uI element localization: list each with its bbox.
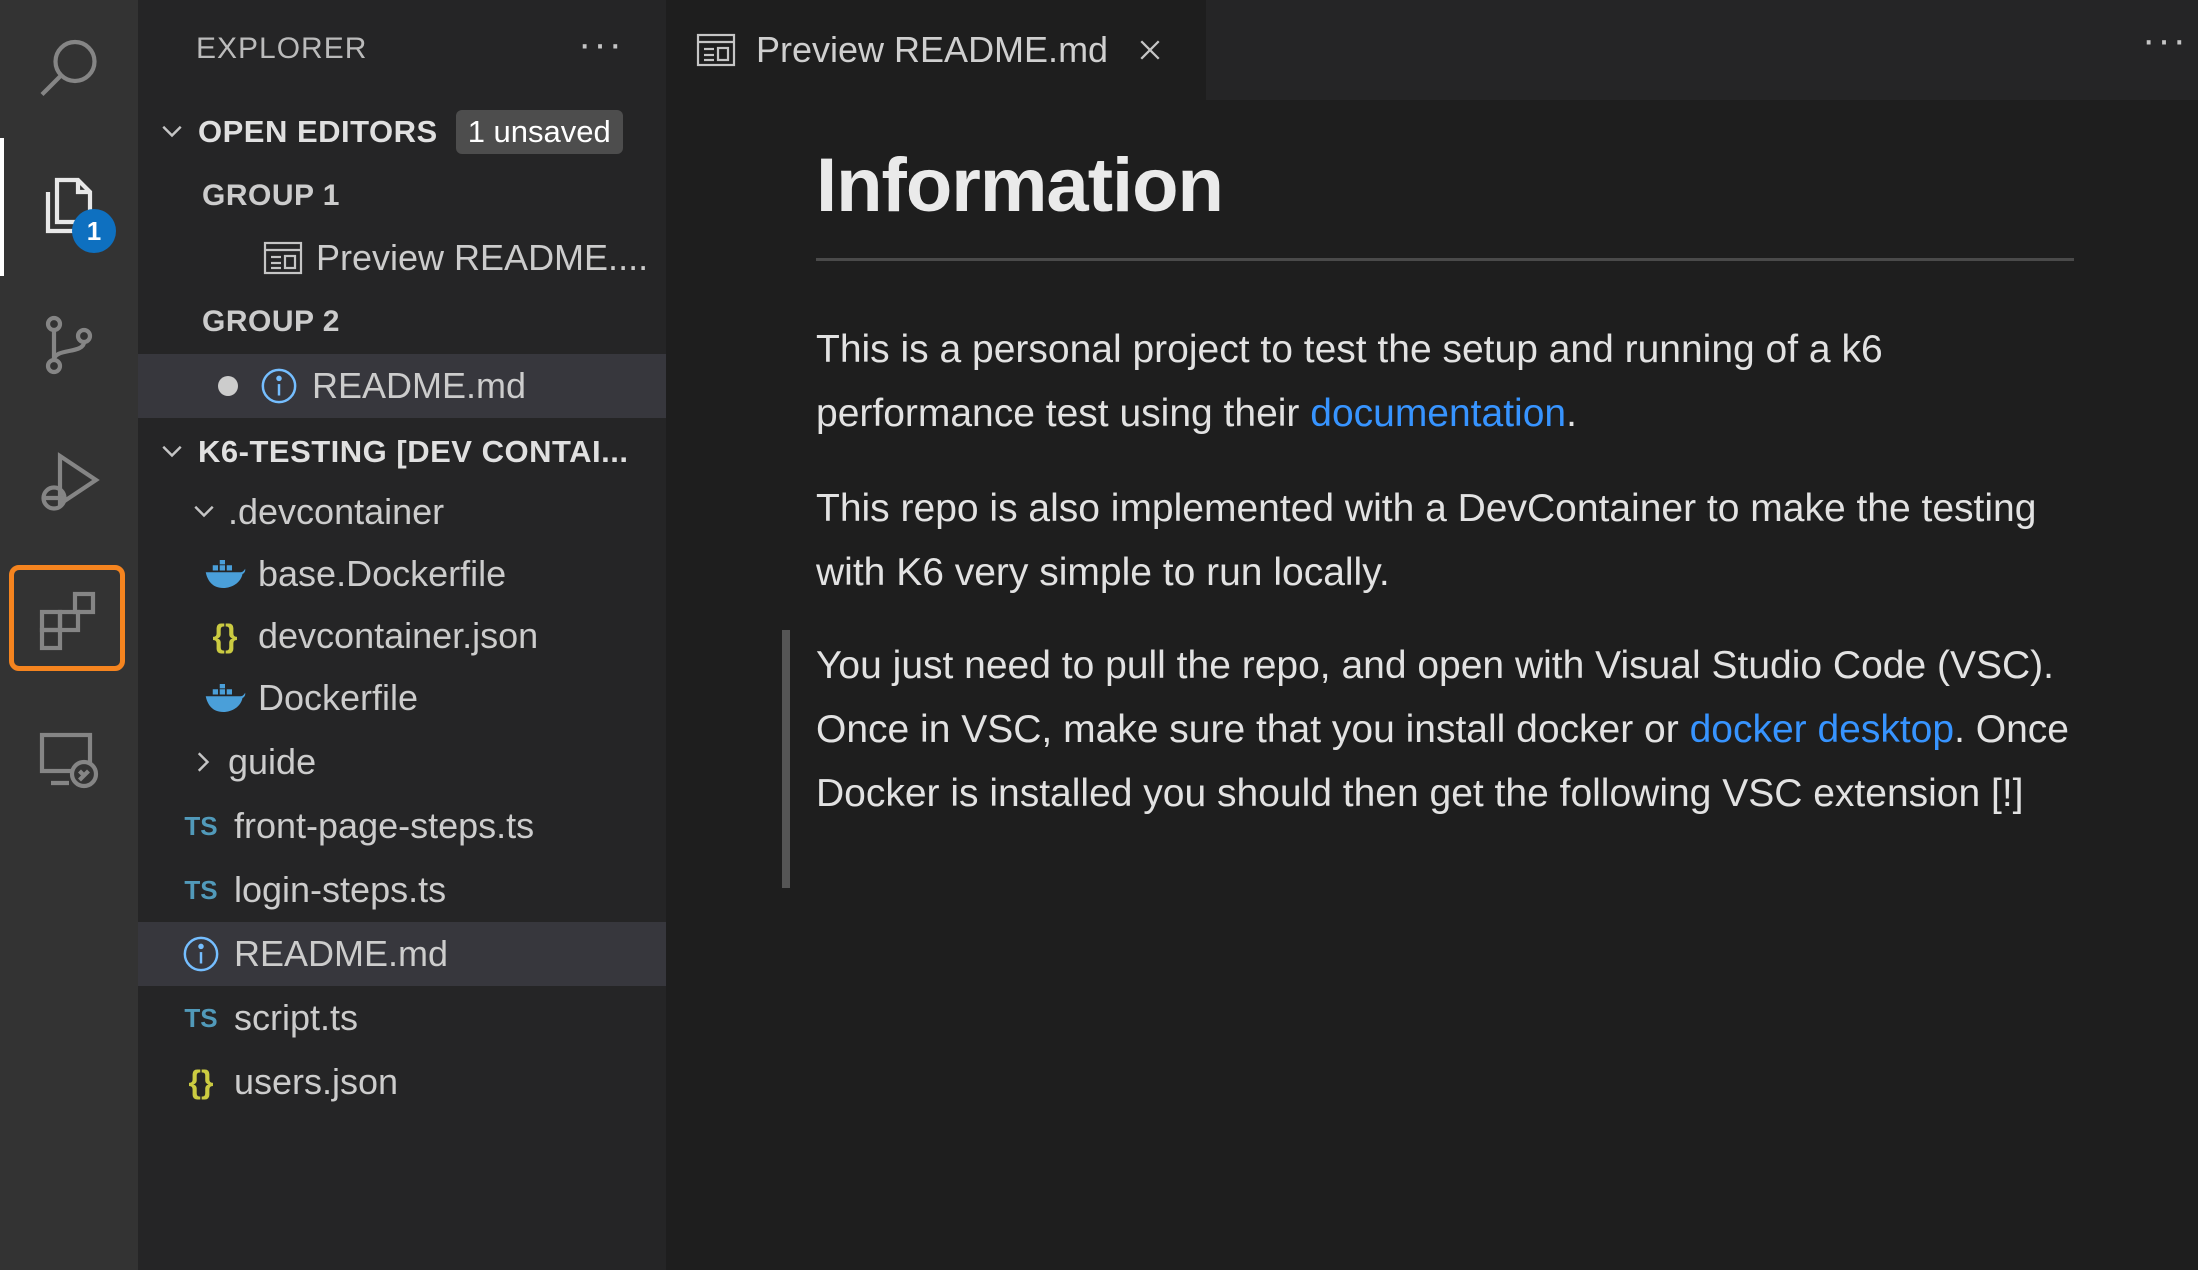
remote-explorer-icon [39, 732, 99, 789]
heading-divider [816, 258, 2074, 261]
sidebar-title: EXPLORER [196, 32, 368, 65]
open-editor-readme[interactable]: README.md [138, 354, 746, 418]
tree-label: README.md [234, 933, 449, 974]
tree-folder-devcontainer[interactable]: .devcontainer [138, 480, 712, 544]
run-debug-activity-button[interactable] [0, 414, 138, 552]
editor-tab-bar: Preview README.md ··· [666, 0, 2198, 100]
explorer-badge: 1 [72, 209, 116, 253]
tree-label: front-page-steps.ts [234, 805, 535, 846]
extensions-highlight [9, 565, 125, 671]
open-editors-label: OPEN EDITORS [198, 114, 438, 149]
tab-label: Preview README.md [756, 29, 1109, 70]
tree-label: Dockerfile [258, 677, 419, 718]
open-editor-label: README.md [312, 365, 527, 406]
open-editor-label: Preview README.... [316, 237, 649, 278]
preview-icon [696, 33, 736, 67]
docker-icon [202, 559, 248, 589]
unsaved-badge: 1 unsaved [455, 110, 623, 154]
info-icon [178, 935, 224, 973]
tree-file-script[interactable]: TS script.ts [138, 986, 706, 1050]
run-debug-icon [41, 452, 100, 511]
paragraph-2: This repo is also implemented with a Dev… [816, 487, 2037, 594]
chevron-down-icon [152, 438, 192, 466]
typescript-icon: TS [184, 810, 218, 841]
search-icon [40, 39, 97, 96]
source-control-icon [45, 315, 93, 375]
unsaved-dot-icon[interactable] [218, 376, 238, 396]
source-control-activity-button[interactable] [0, 276, 138, 414]
chevron-down-icon [184, 498, 224, 526]
close-icon[interactable] [1136, 36, 1164, 64]
tree-label: .devcontainer [228, 491, 445, 532]
blockquote-bar [782, 630, 790, 888]
tree-file-login-steps[interactable]: TS login-steps.ts [138, 858, 706, 922]
json-icon: {} [188, 1063, 214, 1100]
tree-label: guide [228, 741, 317, 782]
remote-explorer-activity-button[interactable] [0, 690, 138, 828]
tree-label: users.json [234, 1061, 399, 1102]
editor-more-actions-button[interactable]: ··· [2142, 18, 2188, 63]
preview-icon [260, 241, 306, 275]
documentation-link[interactable]: documentation [1310, 392, 1566, 435]
blockquote-paragraph: You just need to pull the repo, and open… [816, 634, 2086, 826]
docker-icon [202, 683, 248, 713]
activity-bar: 1 [0, 0, 138, 1270]
open-editors-header[interactable]: OPEN EDITORS 1 unsaved [138, 100, 680, 164]
paragraph-1: This is a personal project to test the s… [816, 318, 2086, 446]
search-activity-button[interactable] [0, 0, 138, 138]
chevron-right-icon [184, 748, 224, 776]
explorer-sidebar: EXPLORER ··· OPEN EDITORS 1 unsaved GROU… [138, 0, 746, 1270]
tab-preview-readme[interactable]: Preview README.md [666, 0, 1206, 100]
tree-file-front-page-steps[interactable]: TS front-page-steps.ts [138, 794, 706, 858]
group-1-label: GROUP 1 [202, 179, 340, 212]
markdown-preview: Information This is a personal project t… [666, 100, 2198, 1270]
project-header[interactable]: K6-TESTING [DEV CONTAI... [138, 420, 680, 484]
typescript-icon: TS [184, 874, 218, 905]
preview-heading: Information [816, 143, 1224, 228]
tree-file-users-json[interactable]: {} users.json [138, 1050, 706, 1114]
paragraph-text: . [1566, 392, 1577, 435]
vscode-window: 1 EXPLORER ··· OPEN EDITORS 1 unsaved GR… [0, 0, 2198, 1270]
tree-label: devcontainer.json [258, 615, 539, 656]
tree-label: login-steps.ts [234, 869, 447, 910]
docker-desktop-link[interactable]: docker desktop [1690, 708, 1955, 751]
tree-folder-guide[interactable]: guide [138, 730, 712, 794]
explorer-activity-button[interactable]: 1 [0, 138, 138, 276]
tree-file-dockerfile[interactable]: Dockerfile [138, 666, 730, 730]
tree-file-devcontainer-json[interactable]: {} devcontainer.json [138, 604, 730, 668]
sidebar-more-button[interactable]: ··· [578, 22, 624, 67]
tree-label: script.ts [234, 997, 359, 1038]
tree-label: base.Dockerfile [258, 553, 507, 594]
typescript-icon: TS [184, 1002, 218, 1033]
tree-file-base-dockerfile[interactable]: base.Dockerfile [138, 542, 730, 606]
tree-file-readme[interactable]: README.md [138, 922, 706, 986]
group-2-label: GROUP 2 [202, 305, 340, 338]
project-label: K6-TESTING [DEV CONTAI... [198, 434, 629, 469]
chevron-down-icon [152, 118, 192, 146]
json-icon: {} [212, 617, 238, 654]
info-icon [256, 367, 302, 405]
